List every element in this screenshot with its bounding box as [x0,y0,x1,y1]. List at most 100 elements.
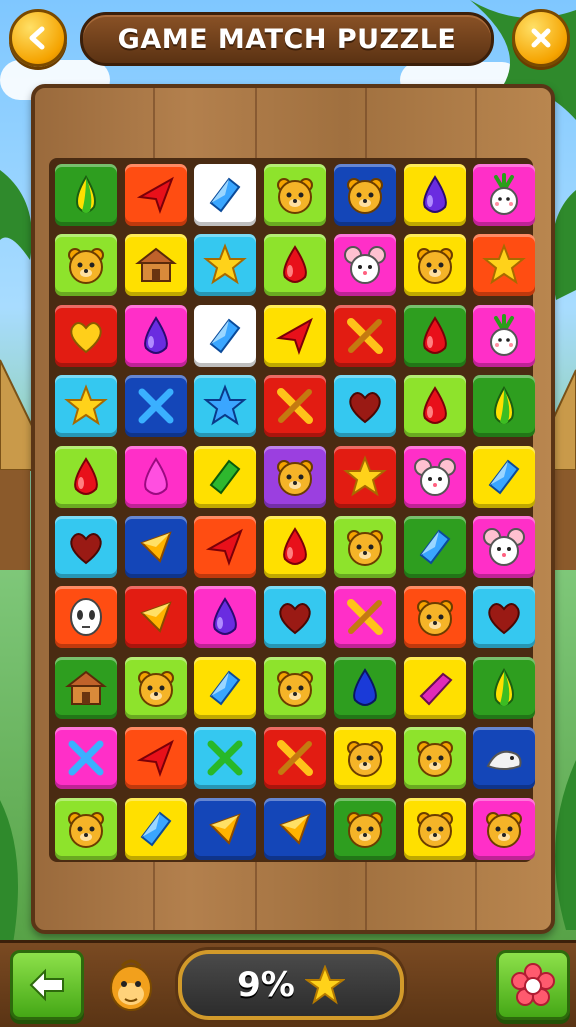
diamond-blue-icon [210,670,241,706]
game-tile[interactable] [264,304,327,367]
game-tile[interactable] [403,586,466,649]
game-tile[interactable] [403,445,466,508]
game-tile[interactable] [473,234,536,297]
game-tile[interactable] [333,304,396,367]
game-tile[interactable] [194,304,257,367]
page-title: GAME MATCH PUZZLE [117,23,457,55]
game-tile[interactable] [264,586,327,649]
game-tile[interactable] [124,375,187,438]
game-tile[interactable] [194,234,257,297]
star-icon [64,384,108,426]
cross-yellow-icon [346,317,383,354]
game-tile[interactable] [473,516,536,578]
heart-red-icon [349,392,381,424]
game-tile[interactable] [333,234,396,297]
game-tile[interactable] [264,727,327,790]
game-tile[interactable] [194,586,257,649]
game-tile[interactable] [333,797,396,860]
star-icon [482,243,526,285]
game-tile[interactable] [55,304,117,367]
game-tile[interactable] [264,375,327,438]
bear-icon [486,811,523,848]
game-tile[interactable] [403,516,466,578]
bear-icon [416,741,453,778]
monkey-icon [110,959,152,1011]
game-tile[interactable] [333,586,396,649]
game-tile[interactable] [55,164,117,226]
drop-purple-icon [422,175,447,213]
game-tile[interactable] [194,727,257,790]
game-tile[interactable] [473,727,536,790]
game-tile[interactable] [55,445,117,508]
diamond-orange-icon [279,812,311,845]
drop-red-icon [283,245,307,284]
game-tile[interactable] [55,234,117,297]
back-button[interactable] [9,9,67,67]
game-tile[interactable] [403,656,466,719]
diamond-green-icon [210,459,241,495]
radish-icon [490,313,519,356]
game-tile[interactable] [55,727,117,790]
game-tile[interactable] [333,727,396,790]
game-tile[interactable] [473,375,536,438]
game-tile[interactable] [403,164,466,226]
game-tile[interactable] [124,304,187,367]
game-tile[interactable] [124,727,187,790]
game-tile[interactable] [55,586,117,649]
bear-icon [416,811,453,848]
game-tile[interactable] [194,516,257,578]
game-tile[interactable] [403,234,466,297]
game-tile[interactable] [264,656,327,719]
game-tile[interactable] [55,797,117,860]
game-tile[interactable] [124,797,187,860]
game-tile[interactable] [333,516,396,578]
game-tile[interactable] [473,164,536,226]
game-tile[interactable] [124,586,187,649]
game-tile[interactable] [333,375,396,438]
game-tile[interactable] [473,656,536,719]
game-tile[interactable] [194,445,257,508]
mouse-icon [343,246,386,285]
game-tile[interactable] [194,375,257,438]
game-tile[interactable] [124,164,187,226]
diamond-blue-icon [488,459,520,495]
exit-button[interactable] [10,950,84,1020]
game-tile[interactable] [124,656,187,719]
game-tile[interactable] [473,586,536,649]
game-tile[interactable] [473,304,536,367]
game-tile[interactable] [473,797,536,860]
settings-button[interactable] [496,950,570,1020]
game-tile[interactable] [55,516,117,578]
game-tile[interactable] [55,656,117,719]
game-tile[interactable] [264,445,327,508]
game-tile[interactable] [333,656,396,719]
close-button[interactable] [512,9,570,67]
game-tile[interactable] [403,304,466,367]
bear-icon [277,178,314,214]
game-tile[interactable] [194,797,257,860]
game-tile[interactable] [264,164,327,226]
game-tile[interactable] [403,375,466,438]
game-tile[interactable] [124,516,187,578]
game-tile[interactable] [264,516,327,578]
radish-icon [490,173,519,215]
game-tile[interactable] [124,234,187,297]
game-tile[interactable] [333,164,396,226]
plane-red-icon [206,528,244,566]
game-tile[interactable] [194,656,257,719]
game-tile[interactable] [264,234,327,297]
game-tile[interactable] [55,375,117,438]
diamond-blue-icon [419,529,450,565]
game-tile[interactable] [124,445,187,508]
drop-pink-icon [143,456,168,495]
game-tile[interactable] [194,164,257,226]
game-tile[interactable] [403,797,466,860]
game-tile[interactable] [403,727,466,790]
game-tile[interactable] [333,445,396,508]
cross-green-icon [207,740,243,776]
game-tile[interactable] [473,445,536,508]
diamond-orange-icon [209,812,242,845]
diamond-blue-icon [210,318,241,354]
heart-red-icon [488,603,520,635]
game-tile[interactable] [264,797,327,860]
